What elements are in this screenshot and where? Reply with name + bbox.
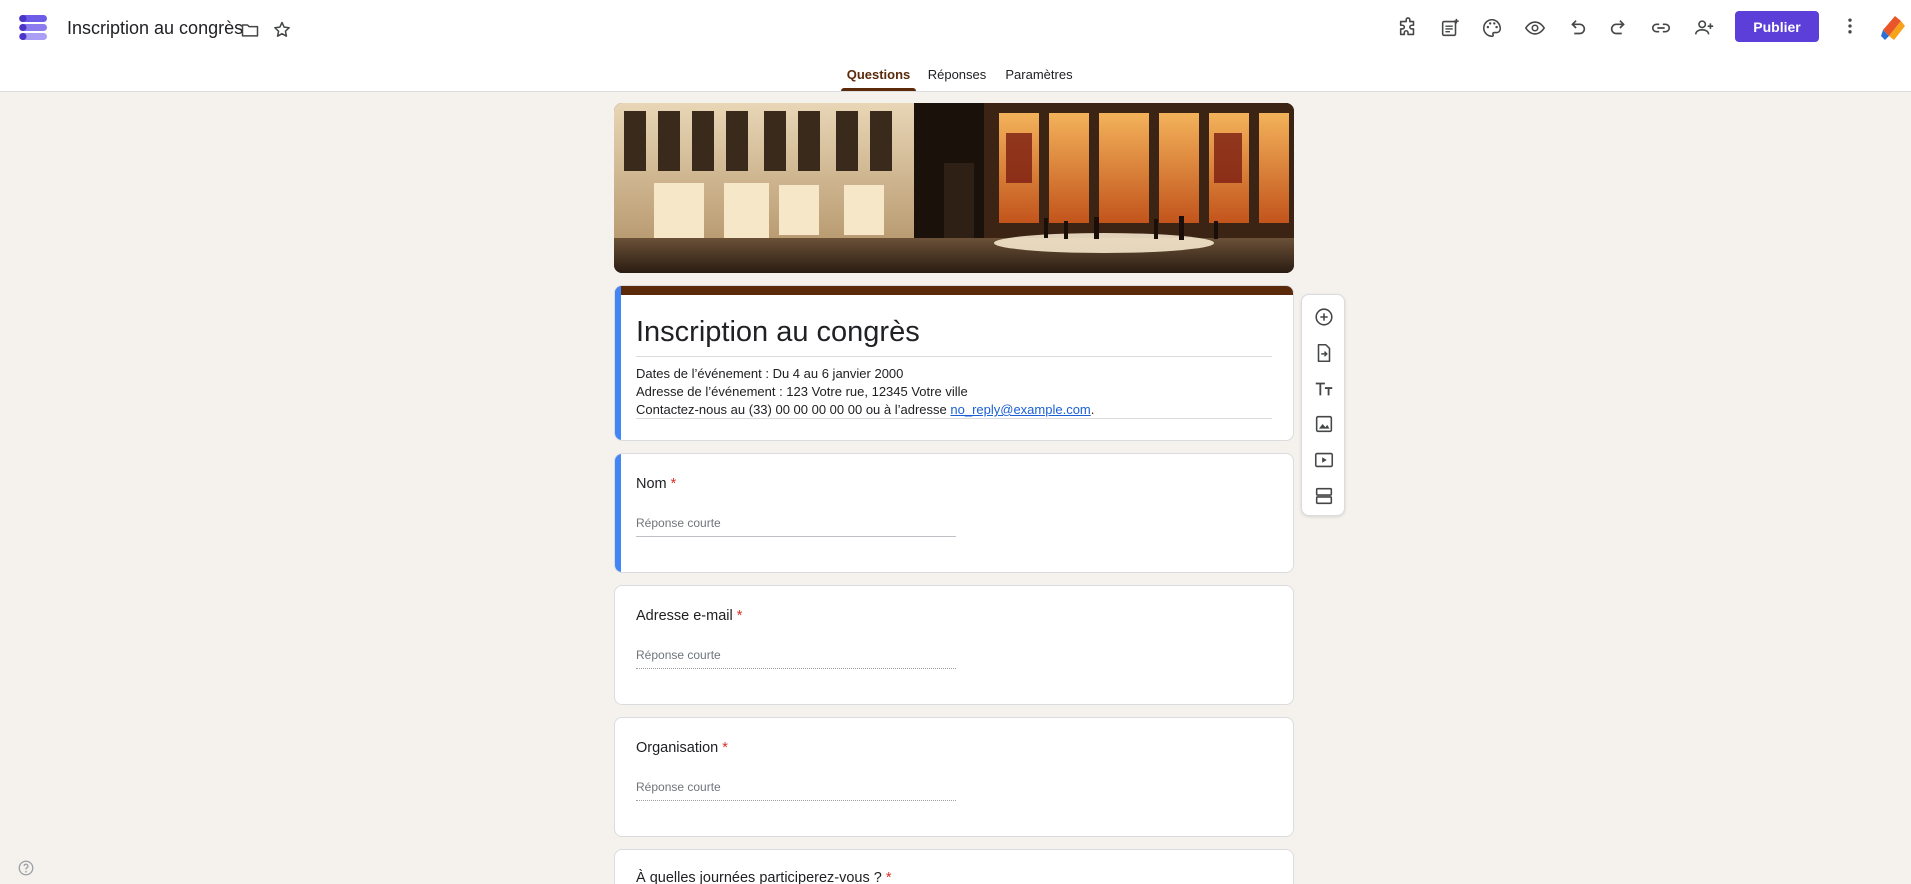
publish-button[interactable]: Publier: [1735, 11, 1819, 42]
short-answer-underline: [636, 536, 956, 537]
add-image-icon[interactable]: [1310, 410, 1338, 438]
description-line-1: Dates de l’événement : Du 4 au 6 janvier…: [636, 366, 904, 381]
short-answer-placeholder: Réponse courte: [636, 648, 721, 662]
theme-color-strip: [615, 286, 1293, 295]
focus-indicator: [615, 454, 621, 572]
import-questions-icon[interactable]: [1310, 339, 1338, 367]
add-collaborator-icon[interactable]: [1690, 14, 1718, 42]
required-asterisk: *: [885, 870, 892, 884]
add-title-icon[interactable]: [1310, 375, 1338, 403]
description-line-2: Adresse de l’événement : 123 Votre rue, …: [636, 384, 968, 399]
tab-reponses[interactable]: Réponses: [924, 62, 990, 92]
required-asterisk: *: [722, 740, 728, 756]
title-underline: [636, 356, 1272, 357]
description-line-3: Contactez-nous au (33) 00 00 00 00 00 ou…: [636, 401, 1272, 419]
star-icon[interactable]: [270, 18, 294, 42]
redo-icon[interactable]: [1605, 14, 1633, 42]
question-label: Adresse e-mail *: [636, 608, 743, 624]
link-icon[interactable]: [1647, 14, 1675, 42]
folder-icon[interactable]: [238, 18, 262, 42]
short-answer-underline: [636, 800, 956, 801]
add-to-sheet-icon[interactable]: [1436, 14, 1464, 42]
description-suffix: .: [1090, 402, 1095, 417]
forms-logo-icon[interactable]: [18, 13, 48, 43]
question-card-nom[interactable]: Nom * Réponse courte: [614, 453, 1294, 573]
top-bar: Inscription au congrès Publier Questions: [0, 0, 1911, 92]
question-label: Organisation *: [636, 740, 728, 756]
add-question-icon[interactable]: [1310, 303, 1338, 331]
question-card-email[interactable]: Adresse e-mail * Réponse courte: [614, 585, 1294, 705]
required-asterisk: *: [670, 476, 677, 492]
required-asterisk: *: [736, 608, 743, 624]
active-tab-indicator: [841, 88, 916, 91]
description-contact-text: Contactez-nous au (33) 00 00 00 00 00 ou…: [636, 402, 951, 417]
undo-icon[interactable]: [1563, 14, 1591, 42]
add-section-icon[interactable]: [1310, 482, 1338, 510]
add-video-icon[interactable]: [1310, 446, 1338, 474]
contact-email-link[interactable]: no_reply@example.com: [950, 402, 1090, 417]
focus-indicator: [615, 286, 621, 440]
account-logo-icon[interactable]: [1879, 12, 1907, 42]
help-icon[interactable]: [16, 858, 36, 878]
short-answer-underline: [636, 668, 956, 669]
short-answer-placeholder: Réponse courte: [636, 516, 721, 530]
description-underline: [636, 418, 1272, 419]
floating-question-toolbar: [1301, 294, 1345, 516]
more-vert-icon[interactable]: [1838, 14, 1862, 38]
header-banner-image: [614, 103, 1294, 273]
question-card-journees[interactable]: À quelles journées participerez-vous ? *: [614, 849, 1294, 884]
question-label: Nom *: [636, 476, 677, 492]
preview-eye-icon[interactable]: [1521, 14, 1549, 42]
form-description[interactable]: Dates de l’événement : Du 4 au 6 janvier…: [636, 365, 1272, 419]
short-answer-placeholder: Réponse courte: [636, 780, 721, 794]
palette-icon[interactable]: [1478, 14, 1506, 42]
addons-icon[interactable]: [1394, 14, 1422, 42]
tab-bar: Questions Réponses Paramètres: [0, 62, 1911, 92]
tab-parametres[interactable]: Paramètres: [1002, 62, 1076, 92]
form-title-card[interactable]: Inscription au congrès Dates de l’événem…: [614, 285, 1294, 441]
question-card-organisation[interactable]: Organisation * Réponse courte: [614, 717, 1294, 837]
document-title[interactable]: Inscription au congrès: [67, 18, 243, 39]
question-label: À quelles journées participerez-vous ? *: [636, 870, 892, 884]
form-title[interactable]: Inscription au congrès: [636, 316, 920, 349]
